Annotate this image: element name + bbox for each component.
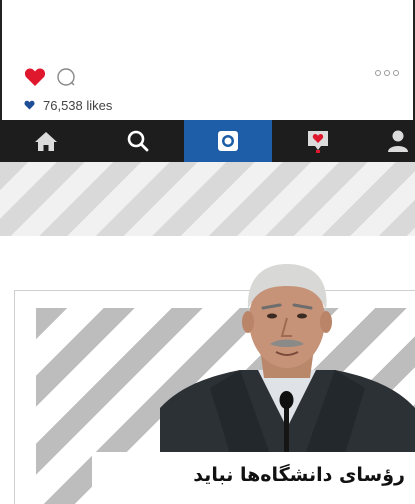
home-icon — [35, 132, 57, 151]
decorative-stripe-band — [0, 162, 415, 236]
profile-icon — [388, 130, 408, 152]
bottom-nav-bar — [0, 120, 415, 162]
camera-icon — [218, 131, 238, 151]
small-heart-icon — [24, 98, 35, 113]
portrait-photo — [160, 264, 415, 454]
instagram-post-panel: 76,538 likes — [0, 0, 415, 162]
headline-box: رؤسای دانشگاه‌ها نباید — [92, 452, 415, 504]
nav-tab-profile[interactable] — [364, 120, 415, 162]
likes-line: 76,538 likes — [24, 96, 112, 114]
nav-tab-activity[interactable] — [272, 120, 364, 162]
nav-tab-camera[interactable] — [184, 120, 272, 162]
article-headline: رؤسای دانشگاه‌ها نباید — [193, 464, 405, 486]
activity-heart-icon — [308, 131, 328, 153]
nav-tab-home[interactable] — [0, 120, 92, 162]
post-action-row — [24, 66, 76, 88]
likes-count: 76,538 likes — [43, 97, 113, 113]
more-options-icon[interactable] — [375, 70, 399, 76]
nav-tab-search[interactable] — [92, 120, 184, 162]
like-heart-icon[interactable] — [24, 67, 46, 87]
search-icon — [127, 130, 149, 152]
comment-icon[interactable] — [56, 67, 76, 87]
